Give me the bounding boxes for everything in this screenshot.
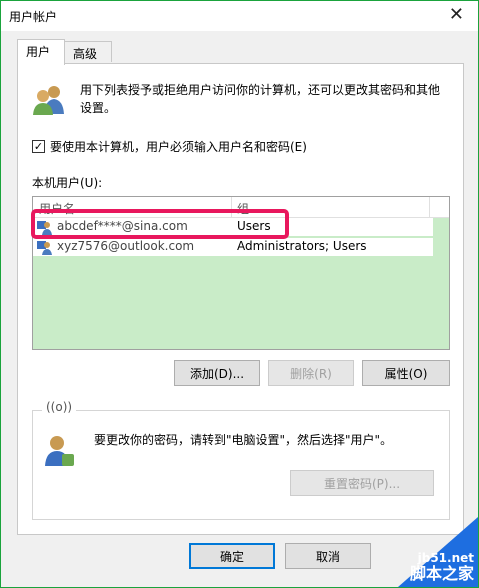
watermark-name: 脚本之家: [409, 564, 474, 583]
users-list-label: 本机用户(U):: [32, 176, 103, 190]
title-bar: 用户帐户 ✕: [1, 1, 478, 31]
user-password-icon: [45, 436, 74, 466]
add-user-button[interactable]: 添加(D)...: [174, 360, 260, 386]
row-group: Administrators; Users: [237, 239, 367, 253]
intro-text: 用下列表授予或拒绝用户访问你的计算机，还可以更改其密码和其他设置。: [80, 83, 441, 115]
selection-highlight-annotation: [31, 209, 289, 239]
properties-button[interactable]: 属性(O): [362, 360, 450, 386]
users-panel: 用下列表授予或拒绝用户访问你的计算机，还可以更改其密码和其他设置。 ✓ 要使用本…: [17, 63, 464, 535]
remove-user-button[interactable]: 删除(R): [268, 360, 354, 386]
tab-advanced[interactable]: 高级: [64, 41, 112, 62]
tab-users[interactable]: 用户: [17, 39, 65, 65]
site-watermark: jb51.net 脚本之家: [398, 517, 478, 587]
password-change-text: 要更改你的密码，请转到"电脑设置"，然后选择"用户"。: [94, 433, 393, 447]
password-group-box: [32, 410, 450, 520]
tab-strip: 用户 高级: [1, 39, 478, 65]
user-icon: [37, 241, 52, 255]
window-title: 用户帐户: [9, 10, 58, 24]
column-separator[interactable]: [429, 197, 430, 217]
reset-password-button[interactable]: 重置密码(P)...: [290, 470, 434, 496]
tab-users-label: 用户: [26, 45, 51, 59]
require-password-checkbox[interactable]: ✓: [32, 140, 45, 153]
user-accounts-window: 用户帐户 ✕ 用户 高级 用下列表授予或拒绝用户访问你的计算机，还可以更改其密码…: [0, 0, 479, 588]
table-row[interactable]: xyz7576@outlook.com Administrators; User…: [33, 238, 433, 256]
ok-button[interactable]: 确定: [189, 543, 275, 569]
password-group-caption: ((o)): [42, 400, 77, 414]
users-icon: [33, 86, 64, 115]
require-password-label[interactable]: 要使用本计算机，用户必须输入用户名和密码(E): [50, 138, 307, 155]
row-username: xyz7576@outlook.com: [57, 239, 195, 253]
tab-advanced-label: 高级: [73, 47, 98, 61]
close-icon[interactable]: ✕: [449, 5, 464, 25]
cancel-button[interactable]: 取消: [285, 543, 371, 569]
